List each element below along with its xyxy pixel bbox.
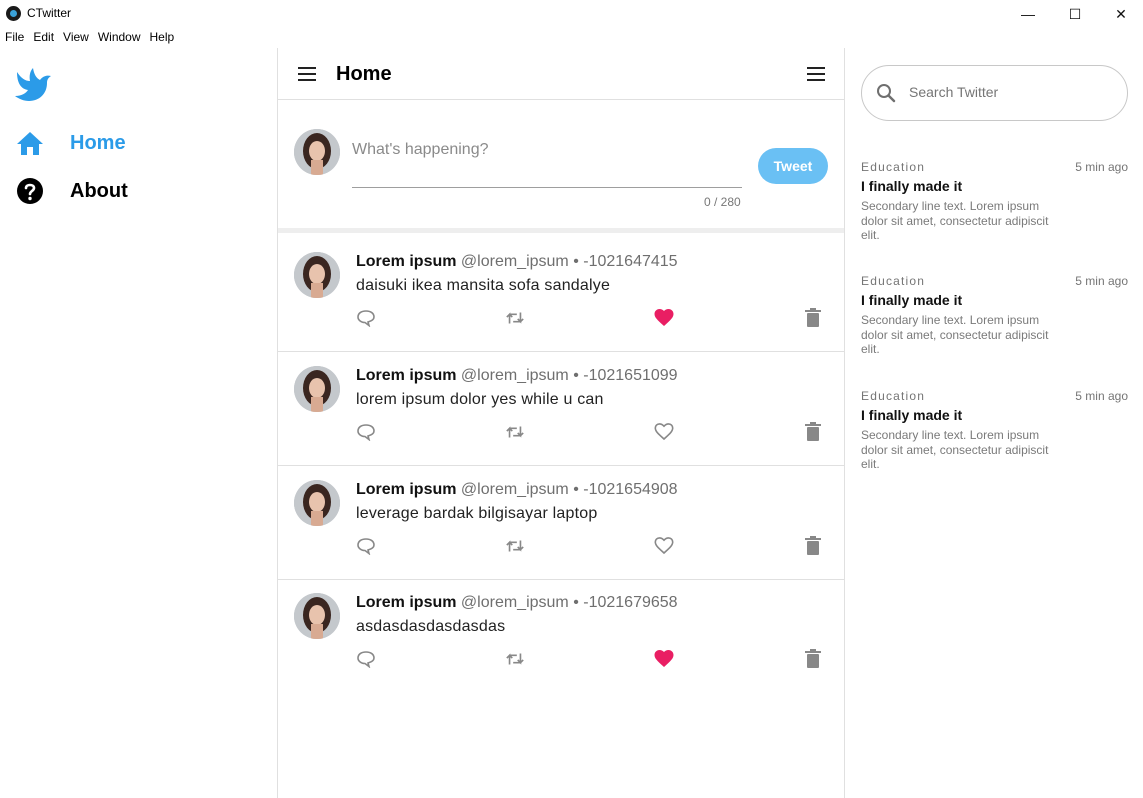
app-icon xyxy=(6,6,21,21)
main-column: Home What's happening? 0 / 280 Tweet Lor… xyxy=(278,48,844,798)
tweet-item: Lorem ipsum @lorem_ipsum • -1021679658 a… xyxy=(278,579,844,693)
menu-help[interactable]: Help xyxy=(150,30,175,48)
search-box[interactable] xyxy=(861,65,1128,121)
window-title: CTwitter xyxy=(27,6,72,20)
close-button[interactable]: ✕ xyxy=(1098,0,1143,28)
help-circle-icon xyxy=(16,177,44,205)
comment-icon[interactable] xyxy=(356,422,376,442)
menu-icon[interactable] xyxy=(298,67,316,81)
comment-icon[interactable] xyxy=(356,308,376,328)
compose-input[interactable]: What's happening? xyxy=(352,141,488,159)
avatar[interactable] xyxy=(294,480,340,526)
tweet-item: Lorem ipsum @lorem_ipsum • -1021654908 l… xyxy=(278,466,844,580)
trend-time: 5 min ago xyxy=(1075,389,1128,403)
tweet-button[interactable]: Tweet xyxy=(758,148,828,184)
home-icon xyxy=(16,129,44,157)
avatar[interactable] xyxy=(294,252,340,298)
search-icon xyxy=(876,83,896,108)
trash-icon[interactable] xyxy=(803,536,823,556)
menu-icon-right[interactable] xyxy=(807,67,825,81)
nav-about[interactable]: About xyxy=(16,177,128,205)
tweet-text: lorem ipsum dolor yes while u can xyxy=(356,391,604,408)
comment-icon[interactable] xyxy=(356,536,376,556)
trend-title: I finally made it xyxy=(861,178,963,194)
retweet-icon[interactable] xyxy=(505,649,525,669)
trash-icon[interactable] xyxy=(803,308,823,328)
title-bar: CTwitter — ☐ ✕ xyxy=(0,0,1143,28)
menu-window[interactable]: Window xyxy=(98,30,141,48)
tweet-author[interactable]: Lorem ipsum xyxy=(356,594,456,611)
tweet-handle: @lorem_ipsum • -1021654908 xyxy=(460,481,678,498)
trash-icon[interactable] xyxy=(803,649,823,669)
tweet-author[interactable]: Lorem ipsum xyxy=(356,367,456,384)
compose-underline xyxy=(352,187,742,188)
tweet-header: Lorem ipsum @lorem_ipsum • -1021654908 xyxy=(356,481,678,499)
maximize-button[interactable]: ☐ xyxy=(1052,0,1098,28)
heart-filled-icon[interactable] xyxy=(654,308,674,328)
menu-bar: File Edit View Window Help xyxy=(0,30,178,48)
tweet-handle: @lorem_ipsum • -1021647415 xyxy=(460,253,678,270)
tweet-text: daisuki ikea mansita sofa sandalye xyxy=(356,277,611,294)
tweet-composer: What's happening? 0 / 280 Tweet xyxy=(278,100,844,233)
page-title: Home xyxy=(336,63,392,85)
tweet-handle: @lorem_ipsum • -1021679658 xyxy=(460,594,678,611)
trash-icon[interactable] xyxy=(803,422,823,442)
trend-time: 5 min ago xyxy=(1075,160,1128,174)
retweet-icon[interactable] xyxy=(505,308,525,328)
avatar[interactable] xyxy=(294,366,340,412)
heart-outline-icon[interactable] xyxy=(654,422,674,442)
tweet-text: asdasdasdasdasdas xyxy=(356,618,506,635)
bird-logo-icon[interactable] xyxy=(13,66,53,109)
retweet-icon[interactable] xyxy=(505,422,525,442)
heart-filled-icon[interactable] xyxy=(654,649,674,669)
retweet-icon[interactable] xyxy=(505,536,525,556)
heart-outline-icon[interactable] xyxy=(654,536,674,556)
nav-home[interactable]: Home xyxy=(16,129,126,157)
tweet-header: Lorem ipsum @lorem_ipsum • -1021647415 xyxy=(356,253,678,271)
tweet-header: Lorem ipsum @lorem_ipsum • -1021679658 xyxy=(356,594,678,612)
trend-description: Secondary line text. Lorem ipsum dolor s… xyxy=(861,428,1049,471)
left-sidebar: Home About xyxy=(0,48,277,798)
trend-item[interactable]: Education 5 min ago I finally made it Se… xyxy=(861,160,1128,243)
menu-view[interactable]: View xyxy=(63,30,89,48)
tweet-text: leverage bardak bilgisayar laptop xyxy=(356,505,598,522)
nav-home-label: Home xyxy=(70,131,126,154)
character-counter: 0 / 280 xyxy=(704,195,741,209)
tweet-item: Lorem ipsum @lorem_ipsum • -1021647415 d… xyxy=(278,238,844,352)
comment-icon[interactable] xyxy=(356,649,376,669)
tweet-header: Lorem ipsum @lorem_ipsum • -1021651099 xyxy=(356,367,678,385)
search-input[interactable] xyxy=(909,84,1109,100)
minimize-button[interactable]: — xyxy=(1005,0,1051,28)
avatar xyxy=(294,129,340,175)
tweet-handle: @lorem_ipsum • -1021651099 xyxy=(460,367,678,384)
trend-time: 5 min ago xyxy=(1075,274,1128,288)
divider-right xyxy=(844,48,845,798)
trend-description: Secondary line text. Lorem ipsum dolor s… xyxy=(861,313,1049,356)
nav-about-label: About xyxy=(70,179,128,202)
trend-item[interactable]: Education 5 min ago I finally made it Se… xyxy=(861,274,1128,357)
tweet-author[interactable]: Lorem ipsum xyxy=(356,481,456,498)
trend-title: I finally made it xyxy=(861,407,963,423)
avatar[interactable] xyxy=(294,593,340,639)
trend-title: I finally made it xyxy=(861,292,963,308)
menu-file[interactable]: File xyxy=(5,30,24,48)
trend-description: Secondary line text. Lorem ipsum dolor s… xyxy=(861,199,1049,242)
trend-item[interactable]: Education 5 min ago I finally made it Se… xyxy=(861,389,1128,472)
tweet-item: Lorem ipsum @lorem_ipsum • -1021651099 l… xyxy=(278,352,844,466)
tweet-author[interactable]: Lorem ipsum xyxy=(356,253,456,270)
main-header: Home xyxy=(278,48,844,100)
menu-edit[interactable]: Edit xyxy=(33,30,54,48)
